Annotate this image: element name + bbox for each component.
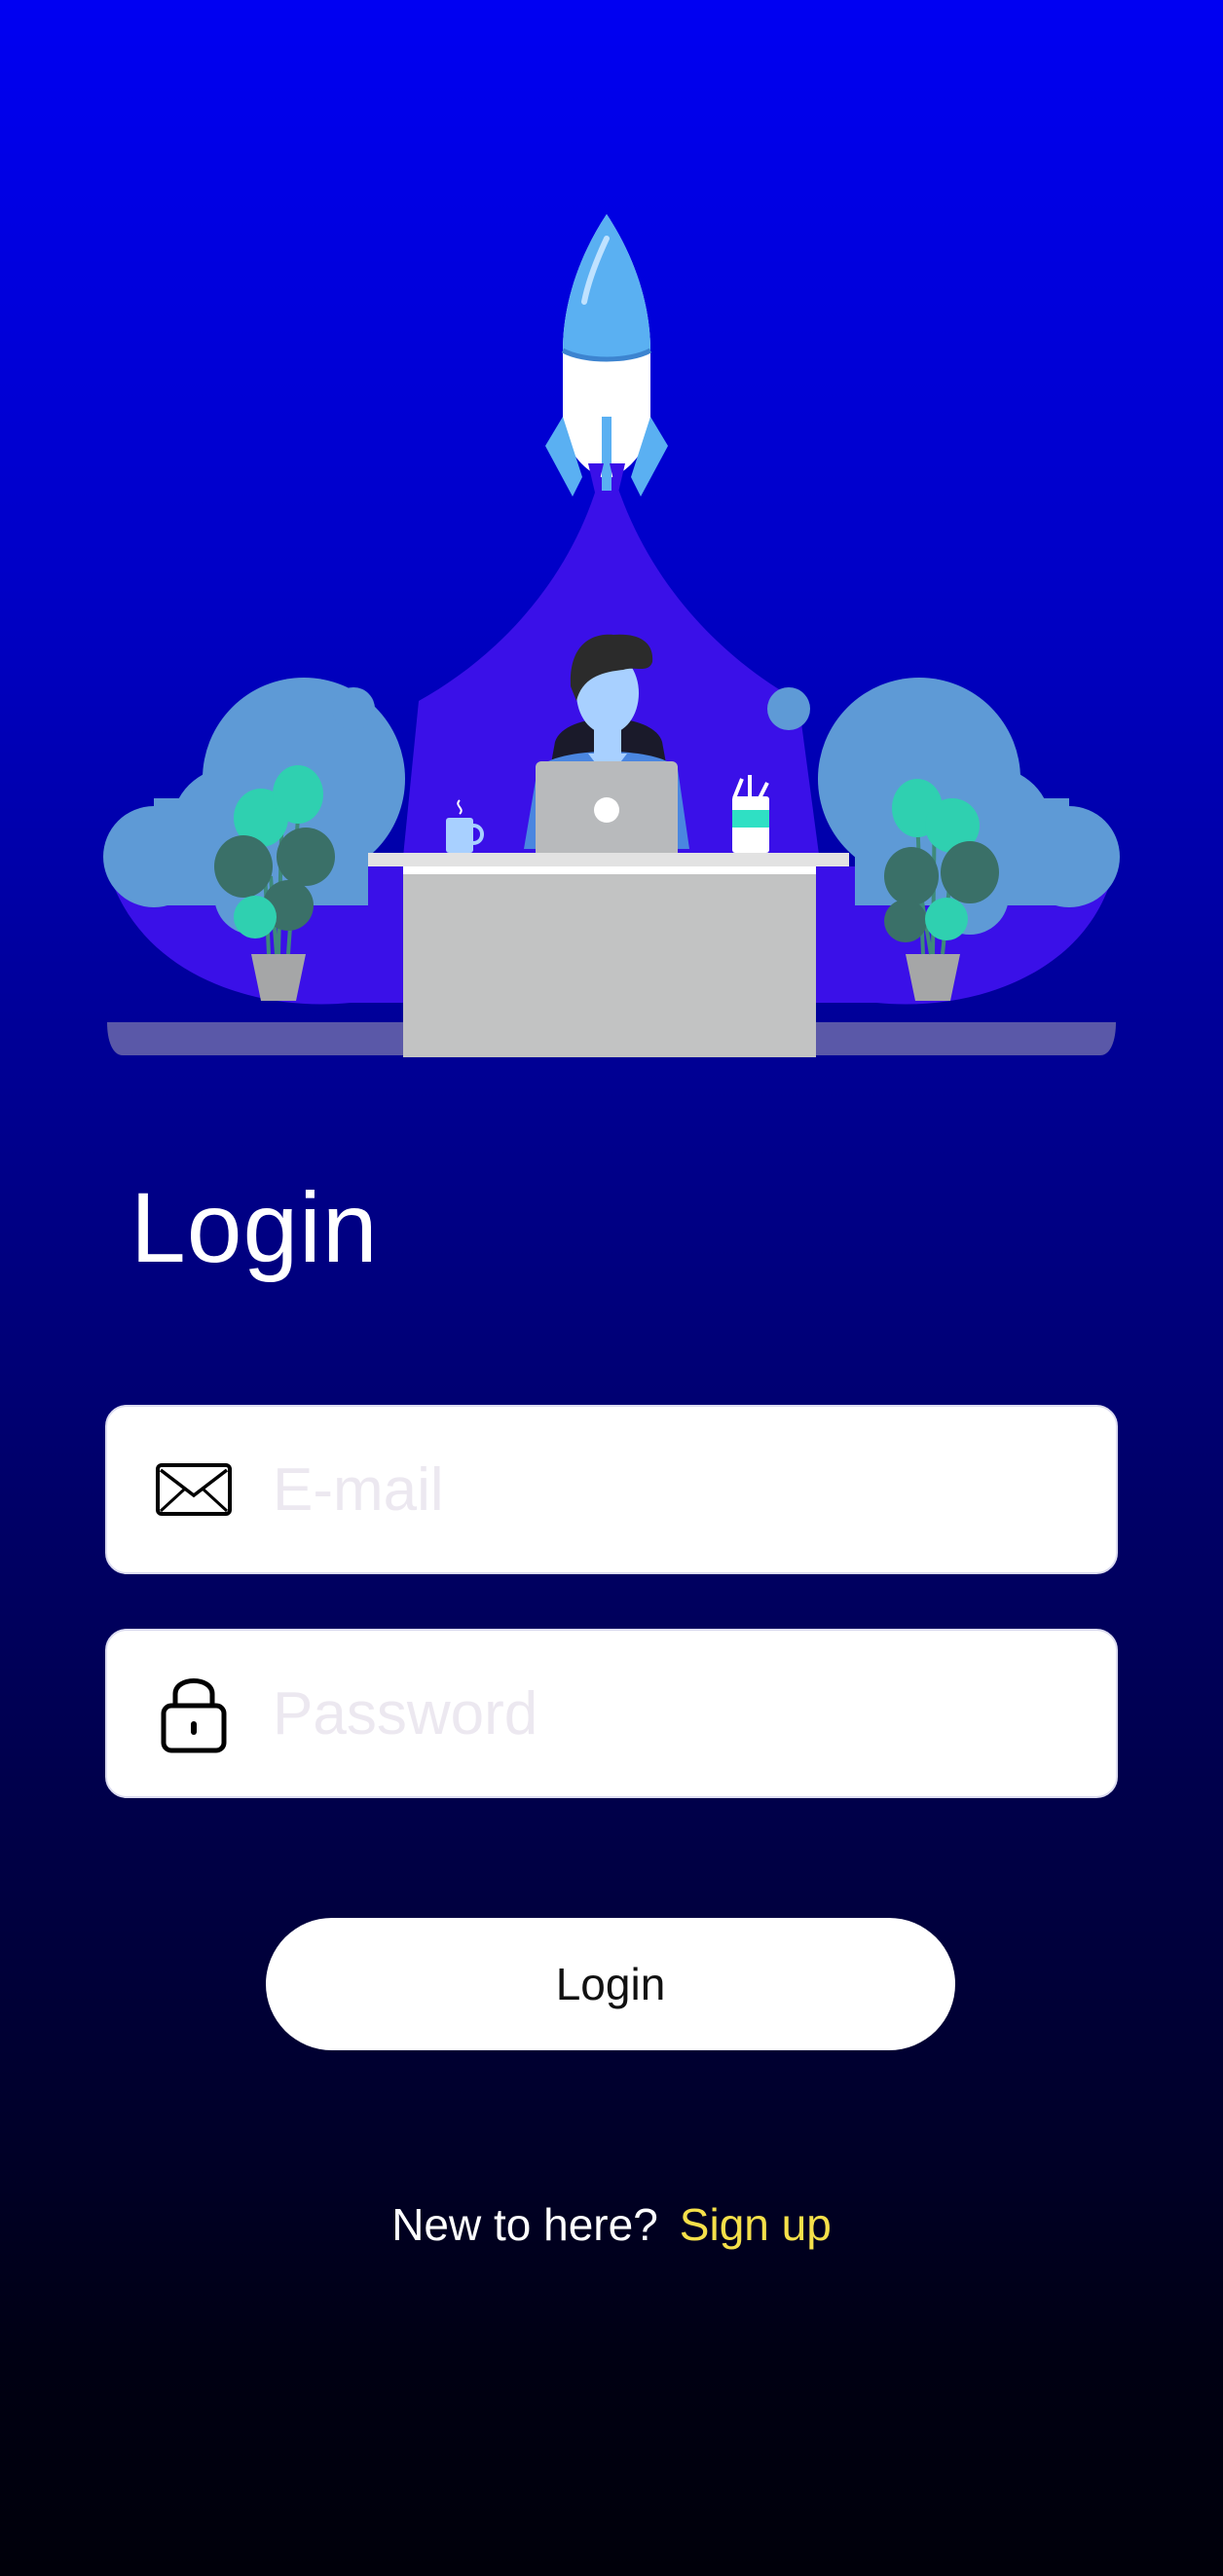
- rocket-icon: [545, 214, 668, 497]
- desk: [368, 853, 849, 1057]
- signup-link[interactable]: Sign up: [680, 2199, 832, 2250]
- envelope-icon: [152, 1448, 236, 1531]
- password-field[interactable]: [105, 1629, 1118, 1798]
- email-field[interactable]: [105, 1405, 1118, 1574]
- signup-row: New to here? Sign up: [0, 2198, 1223, 2251]
- lock-icon: [152, 1672, 236, 1755]
- laptop-icon: [526, 761, 687, 865]
- password-input[interactable]: [273, 1678, 1052, 1748]
- pencil-cup-icon: [732, 775, 769, 853]
- login-button[interactable]: Login: [266, 1918, 955, 2050]
- hero-illustration: [97, 195, 1126, 1071]
- email-input[interactable]: [273, 1454, 1052, 1525]
- page-title: Login: [130, 1172, 379, 1283]
- login-screen: Login Login New to here? Sign up: [0, 0, 1223, 2576]
- signup-prompt: New to here?: [391, 2199, 658, 2250]
